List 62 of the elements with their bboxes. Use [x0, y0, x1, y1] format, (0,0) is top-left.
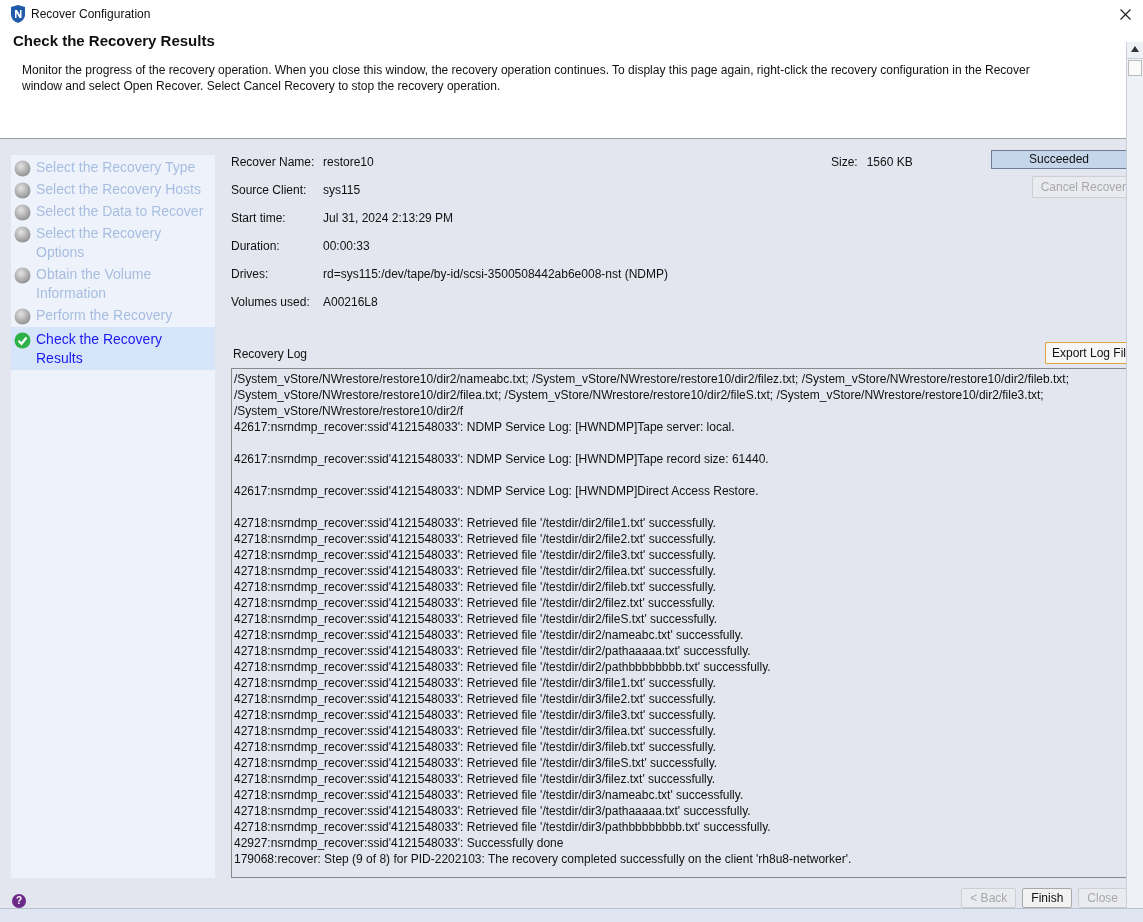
field-value: Jul 31, 2024 2:13:29 PM	[323, 211, 454, 227]
log-line: 42718:nsrndmp_recover:ssid'4121548033': Retrieved file '/testdir/dir3/fileb.txt' successfully.	[234, 739, 717, 755]
log-line: 42718:nsrndmp_recover:ssid'4121548033': Retrieved file '/testdir/dir3/pathbbbbbbbb.txt' successfully.	[234, 819, 772, 835]
vertical-scrollbar[interactable]	[1126, 42, 1143, 908]
scroll-up-icon[interactable]	[1131, 46, 1139, 52]
field-value: restore10	[323, 155, 374, 171]
log-line: /System_vStore/NWrestore/restore10/dir2/f	[234, 403, 465, 419]
log-line: 42718:nsrndmp_recover:ssid'4121548033': Retrieved file '/testdir/dir3/file1.txt' successfully.	[234, 675, 717, 691]
field-label: Recover Name:	[231, 155, 316, 171]
log-line: 179068:recover: Step (9 of 8) for PID-2202103: The recovery completed successfully on the client 'rh8u8-networker'.	[234, 851, 853, 867]
page-description: Monitor the progress of the recovery operation. When you close this window, the recovery operation continues. To display this page again, right-click the recovery configuration in the Recover window and select Open Recover. Select Cancel Recovery to stop the recovery operation.	[21, 62, 1031, 94]
log-line: /System_vStore/NWrestore/restore10/dir2/filea.txt; /System_vStore/NWrestore/restore10/dir2/fileS.txt; /System_vStore/NWrestore/restore10/dir2/file3.txt;	[234, 387, 1045, 403]
field-value: sys115	[323, 183, 361, 199]
field-value: A00216L8	[323, 295, 378, 311]
log-line: 42718:nsrndmp_recover:ssid'4121548033': Retrieved file '/testdir/dir2/fileS.txt' successfully.	[234, 611, 719, 627]
wizard-button[interactable]: Finish	[1022, 888, 1073, 908]
log-line: 42718:nsrndmp_recover:ssid'4121548033': Retrieved file '/testdir/dir3/fileS.txt' successfully.	[234, 755, 719, 771]
log-line: 42617:nsrndmp_recover:ssid'4121548033': NDMP Service Log: [HWNDMP]Tape record size: 61440.	[234, 451, 770, 467]
log-line: 42718:nsrndmp_recover:ssid'4121548033': Retrieved file '/testdir/dir2/filez.txt' successfully.	[234, 595, 717, 611]
status-field: Succeeded	[991, 150, 1126, 169]
step-item[interactable]: Select the Recovery Options	[36, 224, 211, 262]
log-line: 42718:nsrndmp_recover:ssid'4121548033': Retrieved file '/testdir/dir2/pathbbbbbbbb.txt' successfully.	[234, 659, 772, 675]
horizontal-scrollbar[interactable]	[0, 908, 1143, 922]
log-line: 42718:nsrndmp_recover:ssid'4121548033': Retrieved file '/testdir/dir2/fileb.txt' successfully.	[234, 579, 717, 595]
log-line: 42718:nsrndmp_recover:ssid'4121548033': Retrieved file '/testdir/dir2/file3.txt' successfully.	[234, 547, 717, 563]
log-line: 42718:nsrndmp_recover:ssid'4121548033': Retrieved file '/testdir/dir3/file2.txt' successfully.	[234, 691, 717, 707]
field-label: Volumes used:	[231, 295, 311, 311]
field-value: 00:00:33	[323, 239, 370, 255]
size-label: Size:	[831, 155, 858, 169]
log-line: 42718:nsrndmp_recover:ssid'4121548033': Retrieved file '/testdir/dir2/file2.txt' successfully.	[234, 531, 717, 547]
export-log-button[interactable]: Export Log Fil	[1044, 342, 1126, 364]
log-line: 42718:nsrndmp_recover:ssid'4121548033': Retrieved file '/testdir/dir3/filez.txt' successfully.	[234, 771, 717, 787]
step-item[interactable]: Perform the Recovery	[36, 306, 211, 325]
field-label: Source Client:	[231, 183, 308, 199]
log-line: 42718:nsrndmp_recover:ssid'4121548033': Retrieved file '/testdir/dir3/file3.txt' successfully.	[234, 707, 717, 723]
window-title: Recover Configuration	[31, 7, 151, 21]
field-label: Drives:	[231, 267, 270, 283]
log-title: Recovery Log	[232, 347, 308, 363]
scroll-thumb[interactable]	[1128, 60, 1142, 76]
field-label: Start time:	[231, 211, 287, 227]
step-item[interactable]: Select the Data to Recover	[36, 202, 211, 221]
page-heading: Check the Recovery Results	[13, 32, 216, 49]
log-line: 42718:nsrndmp_recover:ssid'4121548033': Retrieved file '/testdir/dir2/nameabc.txt' successfully.	[234, 627, 745, 643]
log-line: 42617:nsrndmp_recover:ssid'4121548033': NDMP Service Log: [HWNDMP]Direct Access Restore.	[234, 483, 760, 499]
step-item[interactable]: Select the Recovery Hosts	[36, 180, 211, 199]
step-item[interactable]: Obtain the Volume Information	[36, 265, 211, 303]
log-line: 42718:nsrndmp_recover:ssid'4121548033': Retrieved file '/testdir/dir3/filea.txt' successfully.	[234, 723, 717, 739]
log-line: /System_vStore/NWrestore/restore10/dir2/nameabc.txt; /System_vStore/NWrestore/restore10/dir2/filez.txt; /System_vStore/NWrestore/restore10/dir2/fileb.txt;	[234, 371, 1070, 387]
log-line: 42617:nsrndmp_recover:ssid'4121548033': NDMP Service Log: [HWNDMP]Tape server: local.	[234, 419, 736, 435]
field-value: rd=sys115:/dev/tape/by-id/scsi-3500508442ab6e008-nst (NDMP)	[323, 267, 668, 283]
log-line: 42718:nsrndmp_recover:ssid'4121548033': Retrieved file '/testdir/dir2/file1.txt' successfully.	[234, 515, 717, 531]
help-icon[interactable]: ?	[12, 894, 26, 908]
size-value: 1560 KB	[866, 155, 913, 169]
log-line: 42927:nsrndmp_recover:ssid'4121548033': Successfully done	[234, 835, 565, 851]
log-line: 42718:nsrndmp_recover:ssid'4121548033': Retrieved file '/testdir/dir2/pathaaaaa.txt' successfully.	[234, 643, 752, 659]
step-item[interactable]: Select the Recovery Type	[36, 158, 211, 177]
log-line: 42718:nsrndmp_recover:ssid'4121548033': Retrieved file '/testdir/dir2/filea.txt' successfully.	[234, 563, 717, 579]
log-line: 42718:nsrndmp_recover:ssid'4121548033': Retrieved file '/testdir/dir3/pathaaaaa.txt' successfully.	[234, 803, 752, 819]
log-line: 42718:nsrndmp_recover:ssid'4121548033': Retrieved file '/testdir/dir3/nameabc.txt' successfully.	[234, 787, 745, 803]
field-label: Duration:	[231, 239, 281, 255]
close-icon[interactable]	[1120, 8, 1131, 20]
shield-icon	[10, 5, 26, 23]
